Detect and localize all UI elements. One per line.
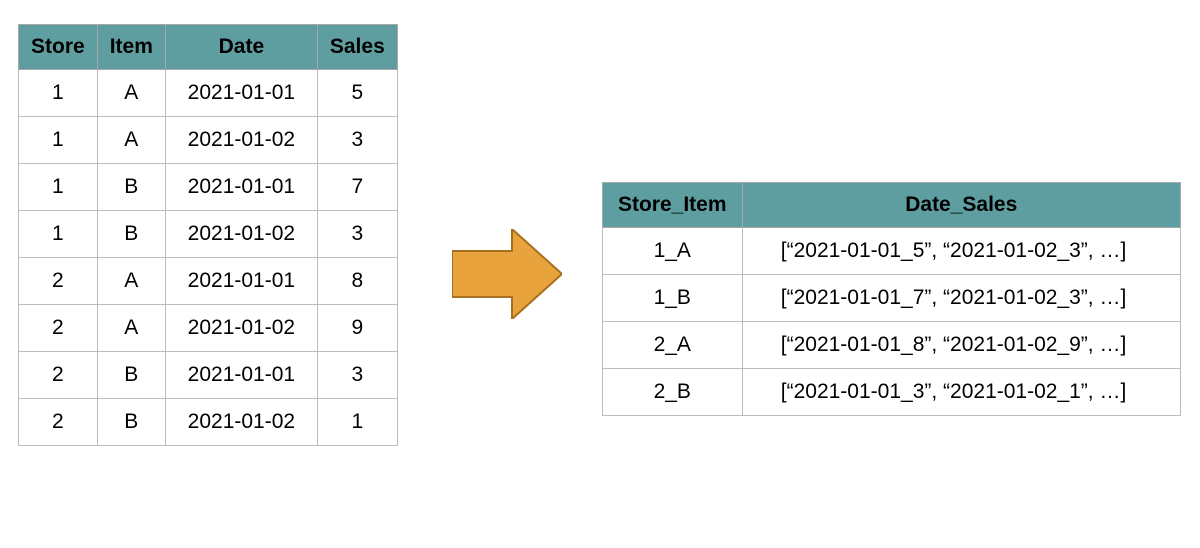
table-row: 1 A 2021-01-02 3	[19, 117, 398, 164]
cell: 2021-01-02	[165, 117, 317, 164]
col-header-store: Store	[19, 25, 98, 70]
cell: 1	[19, 211, 98, 258]
table-row: 1 B 2021-01-01 7	[19, 164, 398, 211]
table-row: 1 A 2021-01-01 5	[19, 70, 398, 117]
table-header-row: Store_Item Date_Sales	[602, 183, 1180, 228]
cell: 3	[317, 117, 397, 164]
cell: 1	[19, 70, 98, 117]
cell: 2_B	[602, 369, 742, 416]
table-header-row: Store Item Date Sales	[19, 25, 398, 70]
table-row: 2 A 2021-01-01 8	[19, 258, 398, 305]
col-header-date-sales: Date_Sales	[742, 183, 1180, 228]
cell: B	[97, 352, 165, 399]
cell: 2021-01-02	[165, 211, 317, 258]
cell: 1	[19, 164, 98, 211]
cell: A	[97, 70, 165, 117]
table-row: 1_A [“2021-01-01_5”, “2021-01-02_3”, …]	[602, 228, 1180, 275]
cell: [“2021-01-01_8”, “2021-01-02_9”, …]	[742, 322, 1180, 369]
cell: B	[97, 399, 165, 446]
cell: B	[97, 164, 165, 211]
table-row: 2 B 2021-01-02 1	[19, 399, 398, 446]
cell: 8	[317, 258, 397, 305]
cell: 2021-01-02	[165, 305, 317, 352]
cell: A	[97, 117, 165, 164]
cell: [“2021-01-01_3”, “2021-01-02_1”, …]	[742, 369, 1180, 416]
table-row: 2 A 2021-01-02 9	[19, 305, 398, 352]
cell: 2021-01-01	[165, 164, 317, 211]
cell: 2021-01-01	[165, 352, 317, 399]
cell: 9	[317, 305, 397, 352]
col-header-store-item: Store_Item	[602, 183, 742, 228]
arrow-icon	[452, 229, 562, 319]
cell: 2	[19, 305, 98, 352]
table-row: 1_B [“2021-01-01_7”, “2021-01-02_3”, …]	[602, 275, 1180, 322]
cell: 7	[317, 164, 397, 211]
left-table-wrap: Store Item Date Sales 1 A 2021-01-01 5 1…	[18, 24, 398, 446]
col-header-date: Date	[165, 25, 317, 70]
cell: [“2021-01-01_5”, “2021-01-02_3”, …]	[742, 228, 1180, 275]
table-row: 1 B 2021-01-02 3	[19, 211, 398, 258]
diagram-container: Store Item Date Sales 1 A 2021-01-01 5 1…	[0, 0, 1200, 548]
cell: 5	[317, 70, 397, 117]
cell: A	[97, 258, 165, 305]
result-table: Store_Item Date_Sales 1_A [“2021-01-01_5…	[602, 182, 1181, 416]
cell: 1_A	[602, 228, 742, 275]
cell: 2021-01-01	[165, 70, 317, 117]
source-table: Store Item Date Sales 1 A 2021-01-01 5 1…	[18, 24, 398, 446]
cell: 2021-01-02	[165, 399, 317, 446]
cell: [“2021-01-01_7”, “2021-01-02_3”, …]	[742, 275, 1180, 322]
cell: 3	[317, 211, 397, 258]
cell: 1_B	[602, 275, 742, 322]
right-table-wrap: Store_Item Date_Sales 1_A [“2021-01-01_5…	[602, 182, 1181, 416]
cell: 2	[19, 352, 98, 399]
table-row: 2 B 2021-01-01 3	[19, 352, 398, 399]
cell: 2_A	[602, 322, 742, 369]
cell: 1	[317, 399, 397, 446]
cell: 3	[317, 352, 397, 399]
cell: 2021-01-01	[165, 258, 317, 305]
cell: 2	[19, 258, 98, 305]
cell: A	[97, 305, 165, 352]
table-row: 2_B [“2021-01-01_3”, “2021-01-02_1”, …]	[602, 369, 1180, 416]
cell: 2	[19, 399, 98, 446]
cell: 1	[19, 117, 98, 164]
col-header-sales: Sales	[317, 25, 397, 70]
cell: B	[97, 211, 165, 258]
table-row: 2_A [“2021-01-01_8”, “2021-01-02_9”, …]	[602, 322, 1180, 369]
col-header-item: Item	[97, 25, 165, 70]
